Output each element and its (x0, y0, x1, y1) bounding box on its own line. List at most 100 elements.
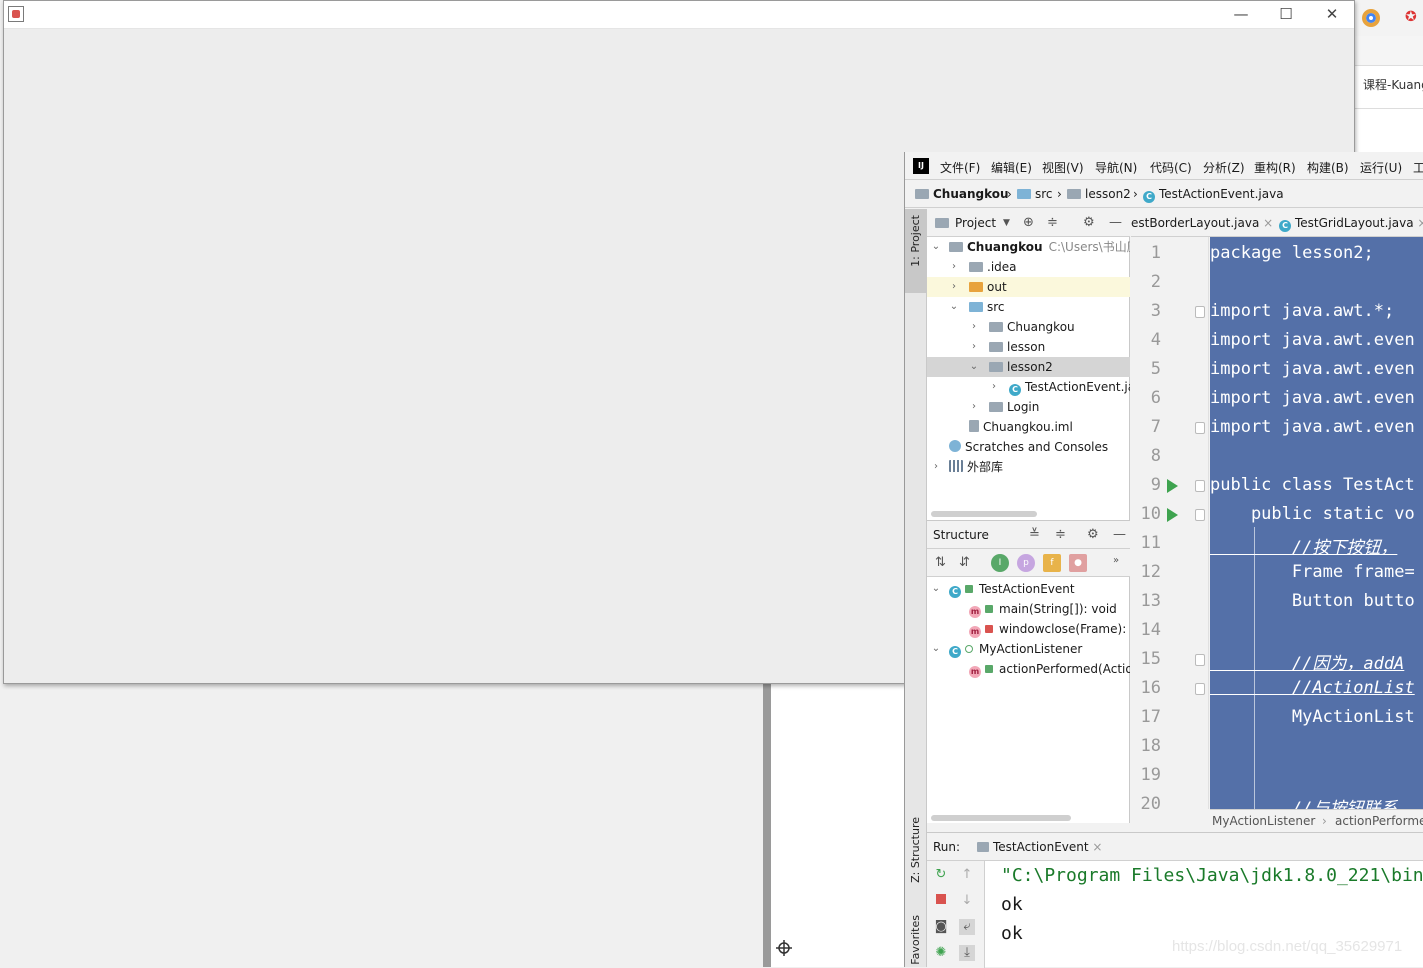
nav-src[interactable]: src (1017, 187, 1053, 201)
fold-icon[interactable] (1195, 480, 1205, 492)
breadcrumb-class[interactable]: MyActionListener (1212, 814, 1315, 828)
code-line: Button butto (1210, 591, 1415, 611)
chevron-down-icon[interactable]: ⌄ (949, 297, 959, 317)
close-icon[interactable]: × (1417, 216, 1423, 230)
chevron-right-icon[interactable]: › (949, 277, 959, 297)
hide-icon[interactable]: — (1109, 215, 1122, 230)
debug-icon[interactable]: ✺ (933, 945, 949, 961)
menu-analyze[interactable]: 分析(Z) (1203, 159, 1245, 176)
tree-item-chuangkou-pkg[interactable]: › Chuangkou (927, 317, 1130, 337)
tree-item-root[interactable]: ⌄ Chuangkou C:\Users\书山压 (927, 237, 1130, 257)
fold-icon[interactable] (1195, 683, 1205, 695)
menu-refactor[interactable]: 重构(R) (1254, 159, 1296, 176)
chevron-right-icon[interactable]: › (949, 257, 959, 277)
tree-item-src[interactable]: ⌄ src (927, 297, 1130, 317)
tree-item-login[interactable]: › Login (927, 397, 1130, 417)
scroll-to-end-icon[interactable]: ⤓ (959, 945, 975, 961)
more-icon[interactable]: » (1113, 555, 1119, 566)
structure-item-class1[interactable]: ⌄ C TestActionEvent (927, 579, 1130, 599)
nav-project[interactable]: Chuangkou (915, 187, 1009, 201)
tree-item-lesson2[interactable]: ⌄ lesson2 (927, 357, 1130, 377)
rerun-icon[interactable]: ↻ (933, 867, 949, 883)
menu-edit[interactable]: 编辑(E) (991, 159, 1032, 176)
show-properties-icon[interactable]: p (1017, 554, 1035, 572)
menu-tools[interactable]: 工 (1413, 159, 1423, 176)
tree-item-external-libs[interactable]: › 外部库 (927, 457, 1130, 477)
private-icon (985, 625, 993, 633)
project-view-selector[interactable]: Project (955, 216, 996, 230)
arrow-down-icon[interactable]: ↓ (959, 893, 975, 909)
sort-alpha-icon[interactable]: ⇵ (959, 555, 970, 570)
tree-item-testactionevent[interactable]: › C TestActionEvent.ja (927, 377, 1130, 397)
extension-icon[interactable]: ✪ (1405, 9, 1423, 27)
structure-item-actionperformed[interactable]: m actionPerformed(Actio (927, 659, 1130, 679)
run-tab[interactable]: TestActionEvent × (977, 840, 1102, 854)
java-frame-titlebar[interactable]: — ☐ ✕ (4, 1, 1354, 29)
horizontal-scrollbar[interactable] (931, 511, 1037, 517)
run-gutter-icon[interactable] (1167, 508, 1178, 522)
locate-icon[interactable]: ⊕ (1023, 215, 1034, 230)
structure-item-main[interactable]: m main(String[]): void (927, 599, 1130, 619)
fold-icon[interactable] (1195, 306, 1205, 318)
gear-icon[interactable]: ⚙ (1087, 527, 1099, 542)
nav-package[interactable]: lesson2 (1067, 187, 1131, 201)
tree-item-iml[interactable]: Chuangkou.iml (927, 417, 1130, 437)
stop-icon[interactable] (933, 893, 949, 909)
hide-icon[interactable]: — (1113, 527, 1126, 542)
chevron-right-icon[interactable]: › (969, 397, 979, 417)
fold-icon[interactable] (1195, 654, 1205, 666)
chevron-down-icon[interactable]: ⌄ (931, 639, 941, 659)
chevron-down-icon[interactable]: ⌄ (931, 579, 941, 599)
expand-all-icon[interactable]: ≚ (1029, 527, 1040, 542)
chevron-right-icon[interactable]: › (969, 337, 979, 357)
chevron-right-icon[interactable]: › (989, 377, 999, 397)
gear-icon[interactable]: ⚙ (1083, 215, 1095, 230)
close-icon[interactable]: × (1263, 216, 1273, 230)
tab-gridlayout[interactable]: C TestGridLayout.java × (1279, 216, 1423, 232)
browser-extension-icon[interactable] (1362, 9, 1380, 27)
stripe-project-button[interactable]: 1: Project (909, 215, 922, 267)
arrow-up-icon[interactable]: ↑ (959, 867, 975, 883)
chevron-down-icon[interactable]: ▼ (1003, 218, 1010, 228)
tree-item-out[interactable]: › out (927, 277, 1130, 297)
menu-code[interactable]: 代码(C) (1150, 159, 1192, 176)
show-non-public-icon[interactable]: ● (1069, 554, 1087, 572)
horizontal-scrollbar[interactable] (931, 815, 1071, 821)
show-inherited-icon[interactable]: I (991, 554, 1009, 572)
stripe-structure-button[interactable]: Z: Structure (909, 817, 922, 883)
line-number: 11 (1140, 533, 1161, 553)
tree-item-scratches[interactable]: Scratches and Consoles (927, 437, 1130, 457)
chevron-down-icon[interactable]: ⌄ (969, 357, 979, 377)
maximize-button[interactable]: ☐ (1271, 5, 1301, 25)
menu-navigate[interactable]: 导航(N) (1095, 159, 1137, 176)
collapse-all-icon[interactable]: ≑ (1047, 215, 1058, 230)
menu-build[interactable]: 构建(B) (1307, 159, 1349, 176)
chevron-right-icon[interactable]: › (969, 317, 979, 337)
structure-item-class2[interactable]: ⌄ C MyActionListener (927, 639, 1130, 659)
tab-borderlayout[interactable]: estBorderLayout.java × (1131, 216, 1273, 230)
camera-icon[interactable]: ◙ (933, 919, 949, 935)
chevron-right-icon[interactable]: › (931, 457, 941, 477)
close-icon[interactable]: × (1092, 840, 1102, 854)
fold-icon[interactable] (1195, 509, 1205, 521)
menu-run[interactable]: 运行(U) (1360, 159, 1402, 176)
menu-view[interactable]: 视图(V) (1042, 159, 1084, 176)
collapse-all-icon[interactable]: ≑ (1055, 527, 1066, 542)
browser-tab-label[interactable]: 课程-Kuang (1363, 76, 1423, 93)
structure-item-windowclose[interactable]: m windowclose(Frame): v (927, 619, 1130, 639)
menu-file[interactable]: 文件(F) (940, 159, 980, 176)
close-button[interactable]: ✕ (1317, 5, 1347, 25)
code-editor[interactable]: package lesson2; import java.awt.*; import… (1210, 237, 1423, 809)
stripe-favorites-button[interactable]: Favorites (909, 915, 922, 965)
chevron-down-icon[interactable]: ⌄ (931, 237, 941, 257)
tree-item-lesson[interactable]: › lesson (927, 337, 1130, 357)
sort-by-type-icon[interactable]: ⇅ (935, 555, 946, 570)
nav-file[interactable]: C TestActionEvent.java (1143, 187, 1284, 203)
minimize-button[interactable]: — (1226, 5, 1256, 25)
fold-icon[interactable] (1195, 422, 1205, 434)
show-fields-icon[interactable]: f (1043, 554, 1061, 572)
tree-item-idea[interactable]: › .idea (927, 257, 1130, 277)
soft-wrap-icon[interactable]: ⤶ (959, 919, 975, 935)
run-gutter-icon[interactable] (1167, 479, 1178, 493)
breadcrumb-method[interactable]: actionPerforme (1335, 814, 1423, 828)
